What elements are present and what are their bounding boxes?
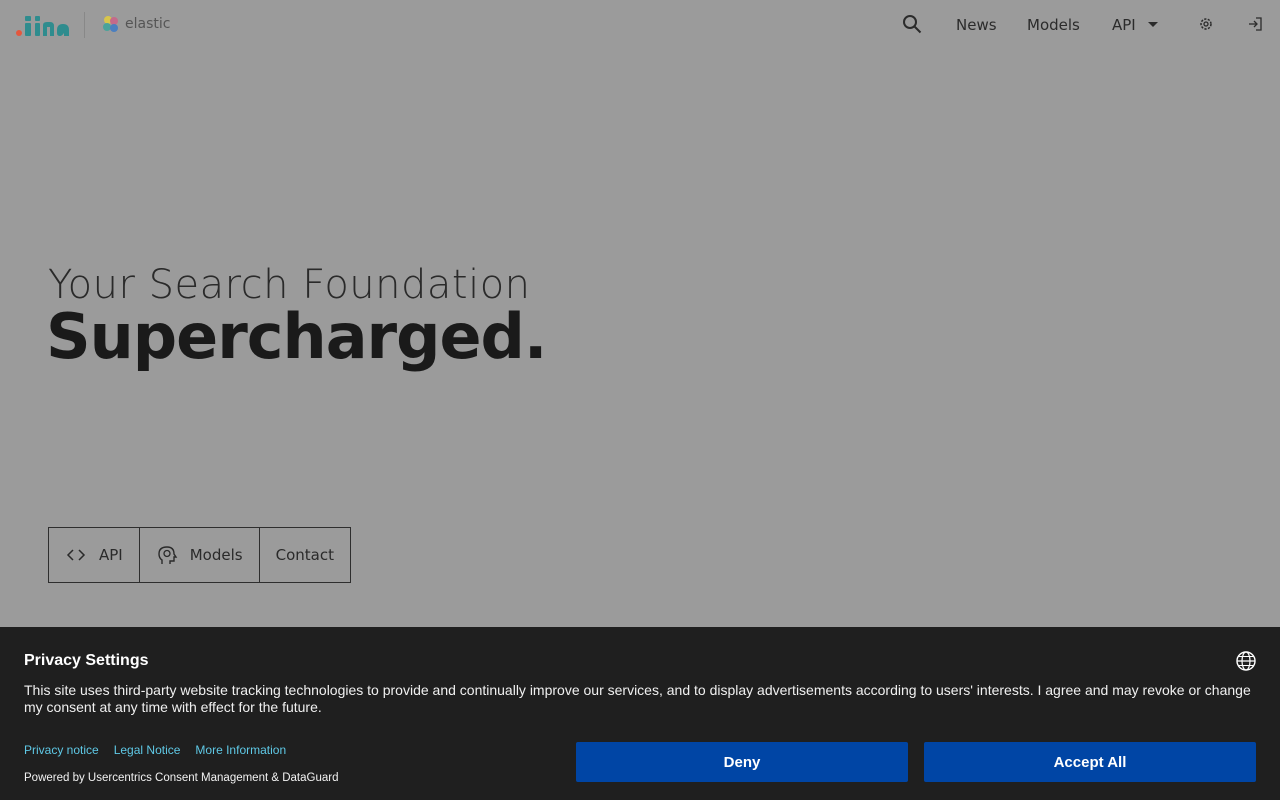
api-button[interactable]: API	[49, 528, 140, 582]
chevron-down-icon[interactable]	[1148, 22, 1158, 27]
globe-icon[interactable]	[1235, 650, 1257, 672]
login-icon[interactable]	[1247, 16, 1263, 32]
privacy-title: Privacy Settings	[24, 652, 149, 669]
jina-logo-mark	[16, 16, 69, 36]
contact-button[interactable]: Contact	[260, 528, 350, 582]
logo-divider	[84, 12, 85, 38]
powered-by-text: Powered by Usercentrics Consent Manageme…	[24, 772, 339, 784]
nav-news[interactable]: News	[956, 16, 997, 34]
models-button-label: Models	[189, 546, 243, 564]
hero-subheadline: Supercharged.	[46, 300, 547, 373]
search-icon[interactable]	[902, 14, 922, 34]
legal-notice-link[interactable]: Legal Notice	[114, 743, 181, 757]
site-header: elastic News Models API	[0, 0, 1280, 50]
deny-button[interactable]: Deny	[576, 742, 908, 782]
privacy-body-text: This site uses third-party website track…	[24, 682, 1251, 715]
accept-all-button[interactable]: Accept All	[924, 742, 1256, 782]
models-button[interactable]: Models	[140, 528, 260, 582]
elastic-logo[interactable]: elastic	[101, 14, 170, 34]
jina-logo[interactable]	[16, 13, 70, 37]
privacy-notice-link[interactable]: Privacy notice	[24, 743, 99, 757]
gear-icon[interactable]	[1198, 16, 1214, 32]
hero-button-group: API Models Contact	[48, 527, 351, 583]
more-information-link[interactable]: More Information	[195, 743, 286, 757]
code-icon	[66, 549, 86, 561]
api-button-label: API	[99, 546, 123, 564]
brain-head-icon	[158, 546, 178, 564]
elastic-wordmark: elastic	[125, 16, 171, 32]
privacy-banner: Privacy Settings This site uses third-pa…	[0, 627, 1280, 800]
privacy-links: Privacy notice Legal Notice More Informa…	[24, 743, 286, 757]
nav-api[interactable]: API	[1112, 16, 1136, 34]
nav-models[interactable]: Models	[1027, 16, 1080, 34]
elastic-logo-mark	[103, 16, 118, 32]
contact-button-label: Contact	[275, 546, 334, 564]
